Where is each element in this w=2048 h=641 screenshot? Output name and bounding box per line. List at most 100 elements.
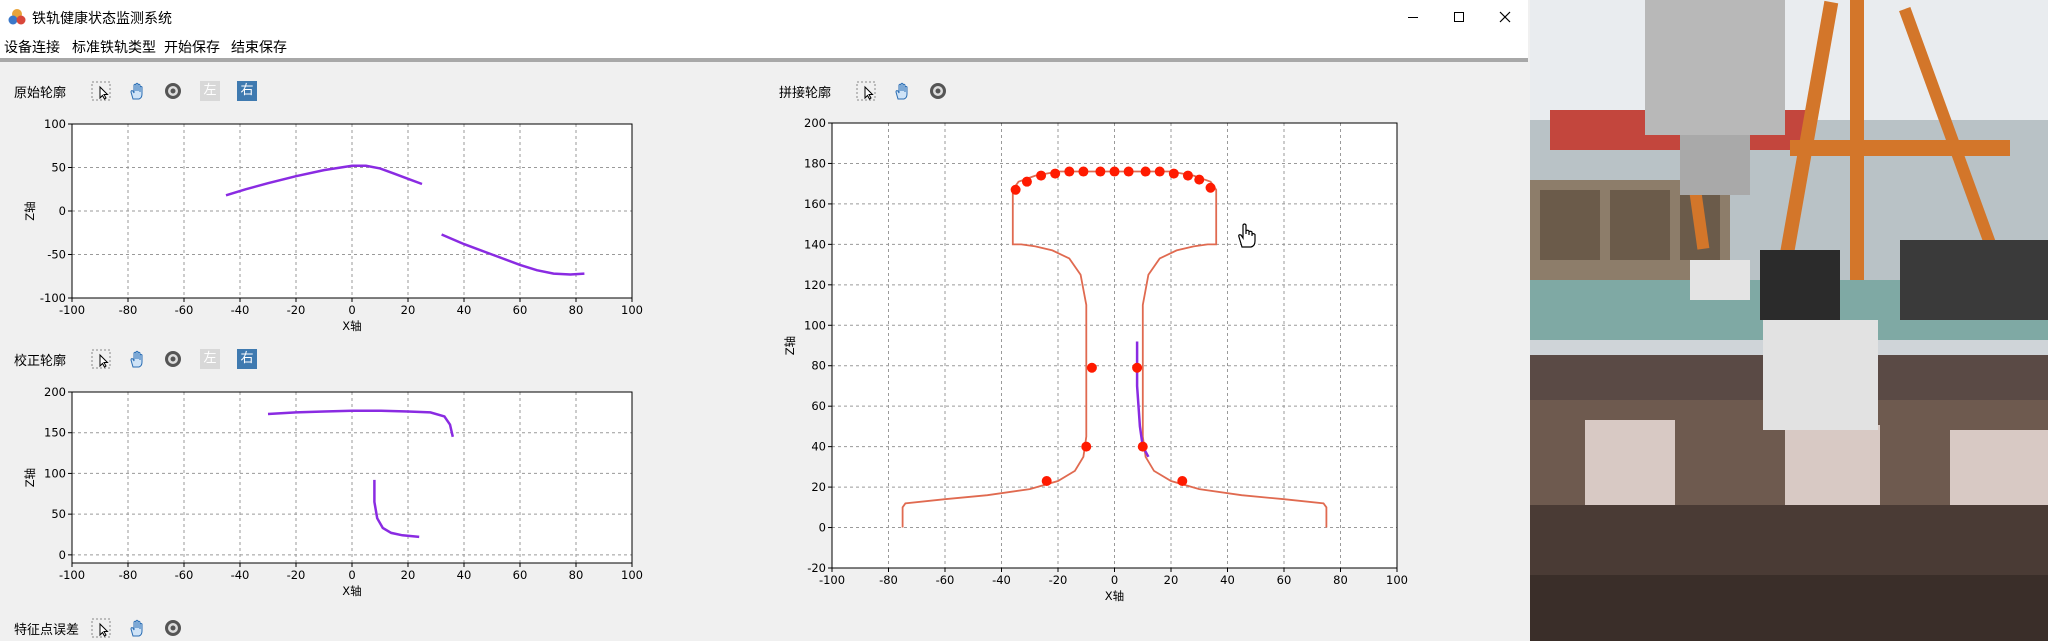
left-button[interactable]: 左 (200, 81, 220, 101)
pan-hand-icon[interactable] (892, 81, 912, 101)
x-tick-label: 20 (401, 303, 416, 317)
x-tick-label: -100 (819, 573, 845, 587)
corrected-profile-label: 校正轮廓 (14, 354, 67, 369)
y-tick-label: 200 (44, 385, 66, 399)
menu-standard-rail-type[interactable]: 标准铁轨类型 (72, 37, 156, 57)
y-tick-label: 50 (51, 507, 66, 521)
pointer-icon[interactable] (856, 81, 876, 101)
x-tick-label: 20 (401, 568, 416, 582)
y-tick-label: 50 (51, 161, 66, 175)
pointer-icon[interactable] (91, 81, 111, 101)
x-tick-label: -60 (175, 303, 194, 317)
pointer-icon[interactable] (91, 349, 111, 369)
hand-cursor-icon (1238, 223, 1256, 248)
feature-point (1010, 184, 1021, 195)
y-tick-label: -20 (807, 561, 826, 575)
y-tick-label: 100 (44, 466, 66, 480)
minimize-icon (1408, 17, 1418, 18)
menu-separator (0, 58, 1528, 62)
x-tick-label: 60 (513, 568, 528, 582)
feature-point (1140, 166, 1151, 177)
maximize-icon (1454, 12, 1464, 22)
pan-hand-icon[interactable] (127, 81, 147, 101)
rail-camera-photo (1530, 0, 2048, 641)
feature-point (1194, 174, 1205, 185)
x-tick-label: -60 (936, 573, 955, 587)
x-tick-label: 100 (621, 568, 643, 582)
menu-start-save[interactable]: 开始保存 (164, 37, 220, 57)
pointer-icon[interactable] (91, 618, 111, 638)
minimize-button[interactable] (1390, 0, 1436, 34)
reset-icon[interactable] (163, 81, 183, 101)
x-tick-label: -100 (59, 303, 85, 317)
menu-bar: 设备连接 标准铁轨类型 开始保存 结束保存 (0, 34, 1528, 58)
x-tick-label: 60 (513, 303, 528, 317)
x-tick-label: 40 (457, 568, 472, 582)
maximize-button[interactable] (1436, 0, 1482, 34)
feature-point (1036, 170, 1047, 181)
left-button[interactable]: 左 (200, 349, 220, 369)
x-tick-label: -40 (231, 568, 250, 582)
y-axis-label: Z轴 (783, 336, 797, 355)
y-tick-label: 150 (44, 426, 66, 440)
y-tick-label: 0 (819, 521, 826, 535)
x-axis-label: X轴 (342, 319, 361, 333)
x-tick-label: -60 (175, 568, 194, 582)
y-tick-label: 160 (804, 197, 826, 211)
x-tick-label: -80 (119, 303, 138, 317)
x-tick-label: -20 (287, 568, 306, 582)
y-tick-label: 100 (804, 318, 826, 332)
feature-error-label: 特征点误差 (14, 623, 80, 638)
feature-point (1109, 166, 1120, 177)
y-tick-label: -50 (47, 248, 66, 262)
y-axis-label: Z轴 (23, 468, 37, 487)
right-button[interactable]: 右 (237, 349, 257, 369)
x-tick-label: 0 (1111, 573, 1118, 587)
y-tick-label: 0 (59, 204, 66, 218)
x-tick-label: 60 (1277, 573, 1292, 587)
feature-point (1050, 168, 1061, 179)
stitched-profile-label: 拼接轮廓 (779, 86, 832, 101)
feature-point (1086, 362, 1097, 373)
feature-point (1081, 441, 1092, 452)
right-button[interactable]: 右 (237, 81, 257, 101)
y-tick-label: 80 (811, 359, 826, 373)
close-button[interactable] (1482, 0, 1528, 34)
x-tick-label: -40 (992, 573, 1011, 587)
x-tick-label: 80 (569, 568, 584, 582)
y-tick-label: 40 (811, 440, 826, 454)
feature-point (1078, 166, 1089, 177)
x-tick-label: 80 (1333, 573, 1348, 587)
feature-point (1205, 182, 1216, 193)
feature-point (1137, 441, 1148, 452)
y-tick-label: 20 (811, 480, 826, 494)
title-bar: 铁轨健康状态监测系统 (0, 0, 1528, 34)
x-tick-label: 40 (457, 303, 472, 317)
y-tick-label: 0 (59, 548, 66, 562)
x-tick-label: -100 (59, 568, 85, 582)
reset-icon[interactable] (163, 349, 183, 369)
feature-point (1182, 170, 1193, 181)
x-tick-label: 20 (1164, 573, 1179, 587)
pan-hand-icon[interactable] (127, 618, 147, 638)
menu-stop-save[interactable]: 结束保存 (231, 37, 287, 57)
feature-point (1132, 362, 1143, 373)
feature-point (1041, 476, 1052, 487)
x-tick-label: -80 (879, 573, 898, 587)
y-tick-label: 140 (804, 237, 826, 251)
x-tick-label: 40 (1220, 573, 1235, 587)
feature-point (1177, 476, 1188, 487)
feature-point (1123, 166, 1134, 177)
feature-point (1064, 166, 1075, 177)
reset-icon[interactable] (928, 81, 948, 101)
x-tick-label: -80 (119, 568, 138, 582)
feature-point (1021, 176, 1032, 187)
x-tick-label: -20 (1049, 573, 1068, 587)
x-tick-label: 0 (348, 303, 355, 317)
pan-hand-icon[interactable] (127, 349, 147, 369)
menu-device-connect[interactable]: 设备连接 (4, 37, 60, 57)
reset-icon[interactable] (163, 618, 183, 638)
x-tick-label: 80 (569, 303, 584, 317)
x-tick-label: -20 (287, 303, 306, 317)
x-axis-label: X轴 (1105, 589, 1124, 603)
